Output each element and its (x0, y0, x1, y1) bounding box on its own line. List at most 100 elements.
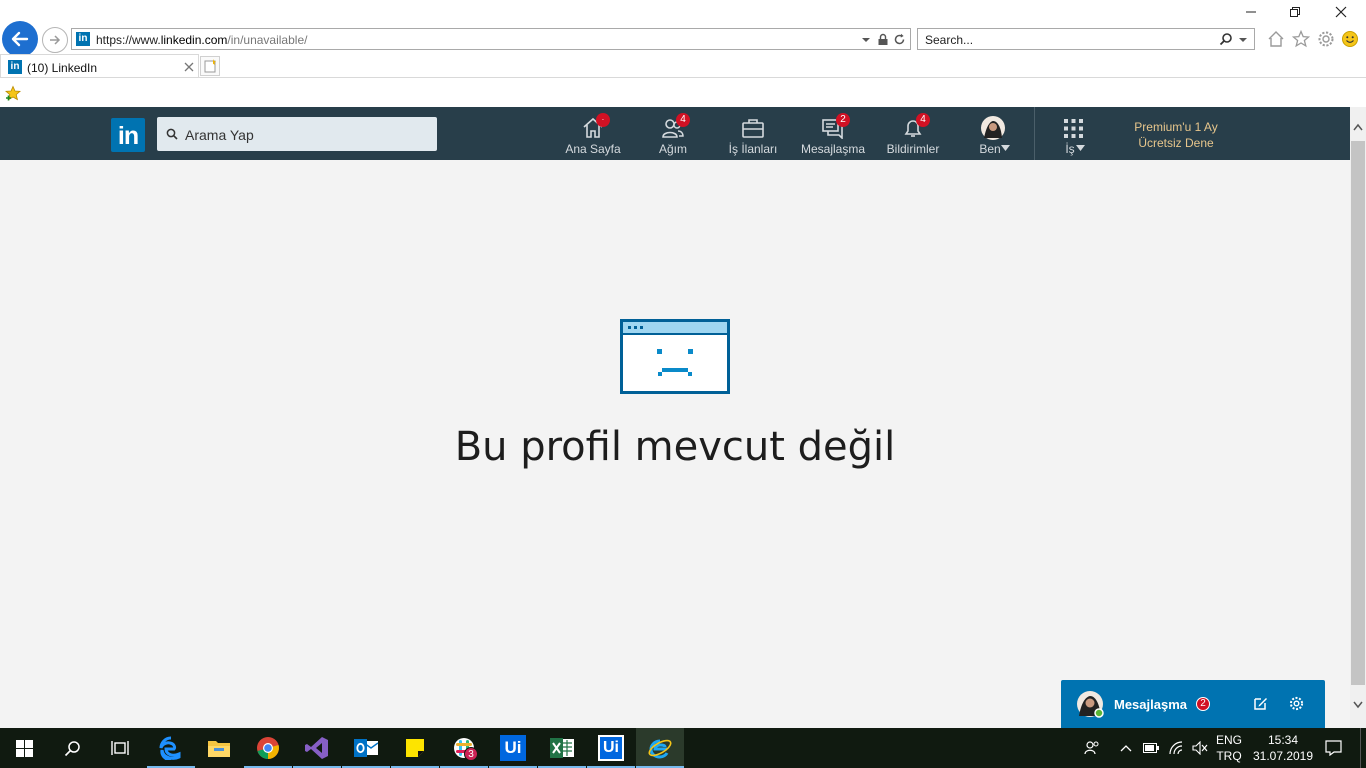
taskbar-app-uipath-studio[interactable]: Ui (489, 728, 537, 768)
home-icon[interactable] (1267, 30, 1285, 48)
battery-button[interactable] (1140, 728, 1162, 768)
tab-close-icon[interactable] (184, 62, 194, 72)
taskbar-app-slack[interactable]: 3 (440, 728, 488, 768)
profile-unavailable-message: Bu profil mevcut değil (454, 424, 896, 470)
nav-home[interactable]: · Ana Sayfa (553, 107, 633, 160)
avatar (981, 116, 1005, 140)
caret-down-icon (1076, 145, 1085, 151)
people-icon (1084, 741, 1099, 755)
search-icon (166, 128, 178, 140)
browser-chrome: in https://www.linkedin.com/in/unavailab… (0, 0, 1366, 107)
browser-search-placeholder: Search... (925, 33, 974, 47)
action-center-button[interactable] (1318, 728, 1348, 768)
scrollbar-thumb[interactable] (1351, 141, 1365, 685)
taskbar-search-button[interactable] (48, 728, 96, 768)
uipath-icon: Ui (598, 735, 624, 761)
slack-badge: 3 (464, 747, 478, 761)
nav-work-label: İş (1065, 142, 1075, 156)
nav-jobs[interactable]: İş İlanları (713, 107, 793, 160)
taskbar-app-visual-studio[interactable] (293, 728, 341, 768)
nav-work-apps[interactable]: İş (1034, 107, 1114, 160)
scroll-down-icon[interactable] (1353, 701, 1363, 709)
settings-gear-icon[interactable] (1317, 30, 1335, 48)
notification-badge: · (596, 113, 610, 127)
notification-badge: 2 (836, 113, 850, 127)
restore-button[interactable] (1280, 4, 1310, 24)
start-button[interactable] (0, 728, 48, 768)
task-view-icon (111, 741, 129, 755)
nav-notifications[interactable]: 4 Bildirimler (873, 107, 953, 160)
dropdown-arrow-icon[interactable] (861, 35, 871, 45)
volume-button[interactable] (1189, 728, 1211, 768)
taskbar-app-uipath[interactable]: Ui (587, 728, 635, 768)
people-button[interactable] (1080, 728, 1104, 768)
linkedin-search-input[interactable]: Arama Yap (157, 117, 437, 151)
task-view-button[interactable] (96, 728, 144, 768)
browser-tab[interactable]: in (10) LinkedIn (0, 54, 199, 78)
nav-notifications-label: Bildirimler (886, 142, 940, 156)
main-content: Bu profil mevcut değil (0, 160, 1350, 728)
minimize-icon (1246, 11, 1256, 13)
grid-apps-icon (1064, 119, 1083, 138)
caret-down-icon (1001, 145, 1010, 151)
taskbar-app-internet-explorer[interactable] (636, 728, 684, 768)
windows-taskbar: 3 Ui Ui ENG TRQ 15:34 31.07.2019 (0, 728, 1366, 768)
taskbar-app-edge[interactable] (147, 728, 195, 768)
nav-me-label: Ben (979, 142, 1001, 156)
tabstrip-divider (0, 77, 1366, 78)
search-dropdown-icon[interactable] (1238, 35, 1248, 45)
favorites-star-icon[interactable] (1292, 30, 1310, 48)
input-language-button[interactable]: ENG TRQ (1212, 728, 1246, 768)
nav-my-network[interactable]: 4 Ağım (633, 107, 713, 160)
premium-trial-link[interactable]: Premium'u 1 Ay Ücretsiz Dene (1118, 119, 1234, 151)
new-tab-button[interactable] (200, 56, 220, 76)
tab-title: (10) LinkedIn (27, 61, 98, 75)
search-icon[interactable] (1219, 32, 1233, 46)
clock-time: 15:34 (1267, 733, 1299, 747)
add-favorite-icon[interactable] (5, 85, 22, 102)
network-button[interactable] (1165, 728, 1187, 768)
messaging-overlay-bar[interactable]: Mesajlaşma 2 (1061, 680, 1325, 728)
forward-button[interactable] (42, 27, 68, 53)
premium-line-1: Premium'u 1 Ay (1134, 120, 1218, 134)
sad-browser-illustration (620, 319, 730, 394)
taskbar-app-sticky-notes[interactable] (391, 728, 439, 768)
lock-icon[interactable] (877, 33, 889, 46)
linkedin-logo[interactable]: in (111, 118, 145, 152)
refresh-icon[interactable] (893, 33, 906, 46)
close-window-button[interactable] (1326, 4, 1356, 24)
outlook-icon (354, 739, 378, 757)
arrow-right-icon (50, 35, 61, 45)
clock-button[interactable]: 15:34 31.07.2019 (1250, 728, 1316, 768)
taskbar-app-outlook[interactable] (342, 728, 390, 768)
vertical-scrollbar[interactable] (1350, 107, 1366, 728)
taskbar-app-excel[interactable] (538, 728, 586, 768)
nav-jobs-label: İş İlanları (728, 142, 778, 156)
edge-icon (159, 736, 181, 760)
taskbar-app-file-explorer[interactable] (195, 728, 243, 768)
folder-icon (208, 741, 230, 757)
notification-badge: 4 (916, 113, 930, 127)
scroll-up-icon[interactable] (1353, 123, 1363, 131)
arrow-left-icon (11, 31, 29, 47)
visual-studio-icon (305, 737, 328, 759)
avatar (1077, 691, 1104, 718)
nav-me-profile[interactable]: Ben (953, 107, 1033, 160)
sticky-notes-icon (406, 739, 424, 757)
search-icon (64, 740, 80, 756)
taskbar-app-chrome[interactable] (244, 728, 292, 768)
premium-line-2: Ücretsiz Dene (1138, 136, 1214, 150)
address-bar[interactable]: in https://www.linkedin.com/in/unavailab… (71, 28, 911, 50)
nav-messaging[interactable]: 2 Mesajlaşma (793, 107, 873, 160)
back-button[interactable] (2, 21, 38, 57)
keyboard-layout-code: TRQ (1216, 749, 1242, 763)
compose-icon[interactable] (1253, 696, 1268, 711)
browser-search-field[interactable]: Search... (917, 28, 1255, 50)
smiley-feedback-icon[interactable] (1341, 30, 1359, 48)
show-hidden-icons-button[interactable] (1116, 728, 1136, 768)
messaging-badge: 2 (1196, 697, 1210, 711)
settings-gear-icon[interactable] (1289, 696, 1304, 711)
wifi-icon (1169, 741, 1183, 755)
minimize-button[interactable] (1236, 4, 1266, 24)
show-desktop-button[interactable] (1360, 728, 1366, 768)
